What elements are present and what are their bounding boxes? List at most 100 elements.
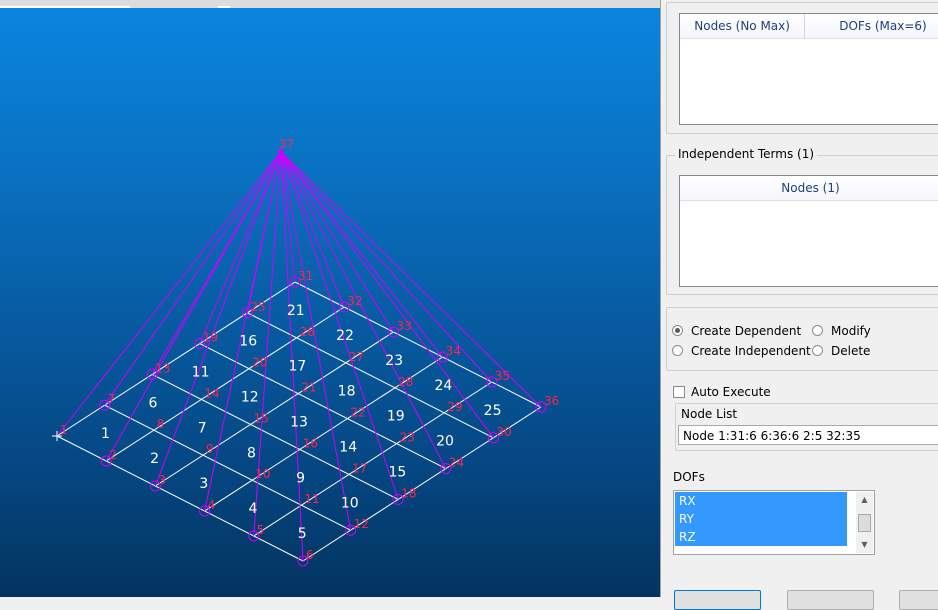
element-label: 5 bbox=[298, 526, 307, 542]
dependent-col-nodes[interactable]: Nodes (No Max) bbox=[680, 14, 806, 38]
node-label: 30 bbox=[496, 425, 511, 439]
node-label: 32 bbox=[347, 294, 362, 308]
create-dependent-label[interactable]: Create Dependent bbox=[691, 324, 801, 338]
node-label: 18 bbox=[401, 486, 416, 500]
auto-execute-label[interactable]: Auto Execute bbox=[691, 385, 771, 399]
independent-table[interactable]: Nodes (1) bbox=[679, 175, 938, 287]
independent-col-nodes[interactable]: Nodes (1) bbox=[680, 176, 938, 200]
dofs-label: DOFs bbox=[673, 470, 705, 484]
independent-terms-title: Independent Terms (1) bbox=[675, 147, 818, 161]
dofs-listbox[interactable]: RX RY RZ ▲ ▼ bbox=[673, 490, 875, 555]
scroll-down-arrow-icon[interactable]: ▼ bbox=[856, 538, 873, 552]
node-label: 8 bbox=[157, 417, 165, 431]
node-label: 11 bbox=[304, 492, 319, 506]
dofs-scrollbar[interactable]: ▲ ▼ bbox=[856, 492, 873, 553]
cable-line bbox=[199, 151, 282, 344]
node-label: 3 bbox=[158, 473, 166, 487]
dof-option-ry[interactable]: RY bbox=[675, 510, 847, 528]
scroll-up-arrow-icon[interactable]: ▲ bbox=[856, 493, 873, 507]
node-label: 34 bbox=[446, 344, 461, 358]
cable-line bbox=[154, 151, 282, 487]
close-button[interactable] bbox=[787, 590, 874, 610]
element-label: 25 bbox=[484, 403, 502, 419]
node-label: 13 bbox=[155, 361, 170, 375]
element-label: 8 bbox=[247, 445, 256, 461]
node-label: 16 bbox=[303, 436, 318, 450]
dependent-col-dofs[interactable]: DOFs (Max=6) bbox=[805, 14, 938, 38]
node-label: 15 bbox=[254, 411, 269, 425]
node-list-label: Node List bbox=[681, 407, 738, 421]
node-label: 5 bbox=[257, 523, 265, 537]
element-label: 2 bbox=[150, 451, 159, 467]
node-label: 29 bbox=[447, 400, 462, 414]
mesh-line bbox=[104, 404, 351, 531]
delete-radio[interactable] bbox=[812, 345, 823, 356]
element-label: 6 bbox=[149, 395, 158, 411]
node-label: 1 bbox=[60, 423, 68, 437]
create-independent-radio[interactable] bbox=[672, 345, 683, 356]
node-label: 12 bbox=[354, 517, 369, 531]
modify-radio[interactable] bbox=[812, 325, 823, 336]
delete-label[interactable]: Delete bbox=[831, 344, 870, 358]
help-button[interactable] bbox=[899, 590, 938, 610]
top-node-label: 37 bbox=[279, 137, 294, 151]
node-list-input[interactable]: Node 1:31:6 6:36:6 2:5 32:35 bbox=[678, 425, 938, 445]
mode-group bbox=[666, 307, 938, 371]
node-label: 36 bbox=[544, 394, 559, 408]
auto-execute-checkbox[interactable] bbox=[673, 386, 685, 398]
apply-button[interactable] bbox=[674, 590, 761, 610]
model-viewport[interactable]: 1 2 3 4 5 6 7 8 9 10 11 12 13 14 15 16 17 18 19 20 21 22 23 24 2… bbox=[0, 0, 660, 597]
element-label: 15 bbox=[388, 465, 406, 481]
create-independent-label[interactable]: Create Independent bbox=[691, 344, 811, 358]
node-label: 10 bbox=[255, 467, 270, 481]
dof-option-rx[interactable]: RX bbox=[675, 492, 847, 510]
dof-option-rz[interactable]: RZ bbox=[675, 528, 847, 546]
element-label: 3 bbox=[199, 476, 208, 492]
node-label: 22 bbox=[350, 406, 365, 420]
mesh-line bbox=[151, 373, 399, 500]
constraint-panel: Nodes (No Max) DOFs (Max=6) Independent … bbox=[660, 0, 938, 610]
node-label: 24 bbox=[449, 456, 464, 470]
element-label: 1 bbox=[101, 426, 110, 442]
node-label: 9 bbox=[206, 442, 214, 456]
element-label: 4 bbox=[249, 501, 258, 517]
node-label: 31 bbox=[298, 269, 313, 283]
element-label: 12 bbox=[241, 390, 259, 406]
element-label: 21 bbox=[287, 303, 305, 319]
node-label: 35 bbox=[495, 369, 510, 383]
node-label: 7 bbox=[108, 392, 116, 406]
scroll-thumb[interactable] bbox=[858, 514, 871, 532]
element-label: 22 bbox=[336, 328, 354, 344]
node-label: 25 bbox=[250, 300, 265, 314]
element-label: 18 bbox=[338, 384, 356, 400]
node-label: 28 bbox=[398, 375, 413, 389]
element-label: 10 bbox=[341, 495, 359, 511]
element-label: 23 bbox=[385, 353, 403, 369]
node-label: 21 bbox=[301, 381, 316, 395]
node-label: 17 bbox=[352, 461, 367, 475]
node-label: 14 bbox=[204, 386, 219, 400]
element-label: 19 bbox=[387, 409, 405, 425]
structure-drawing[interactable]: 1234567891011121314151617181920212223242… bbox=[0, 0, 660, 597]
node-label: 2 bbox=[109, 448, 117, 462]
node-label: 20 bbox=[252, 356, 267, 370]
node-label: 23 bbox=[400, 431, 415, 445]
dependent-table[interactable]: Nodes (No Max) DOFs (Max=6) bbox=[679, 13, 938, 125]
element-label: 11 bbox=[192, 365, 210, 381]
node-label: 33 bbox=[396, 319, 411, 333]
element-label: 9 bbox=[296, 470, 305, 486]
element-label: 14 bbox=[339, 440, 357, 456]
mesh-line bbox=[247, 312, 494, 439]
node-label: 6 bbox=[306, 548, 314, 562]
element-label: 16 bbox=[239, 334, 257, 350]
cable-line bbox=[280, 151, 494, 439]
mesh-line bbox=[56, 435, 304, 562]
element-label: 17 bbox=[288, 359, 306, 375]
node-label: 4 bbox=[208, 498, 216, 512]
modify-label[interactable]: Modify bbox=[831, 324, 871, 338]
element-label: 24 bbox=[434, 378, 452, 394]
node-label: 27 bbox=[349, 350, 364, 364]
create-dependent-radio[interactable] bbox=[672, 325, 683, 336]
node-label: 19 bbox=[203, 331, 218, 345]
node-label: 26 bbox=[300, 325, 315, 339]
